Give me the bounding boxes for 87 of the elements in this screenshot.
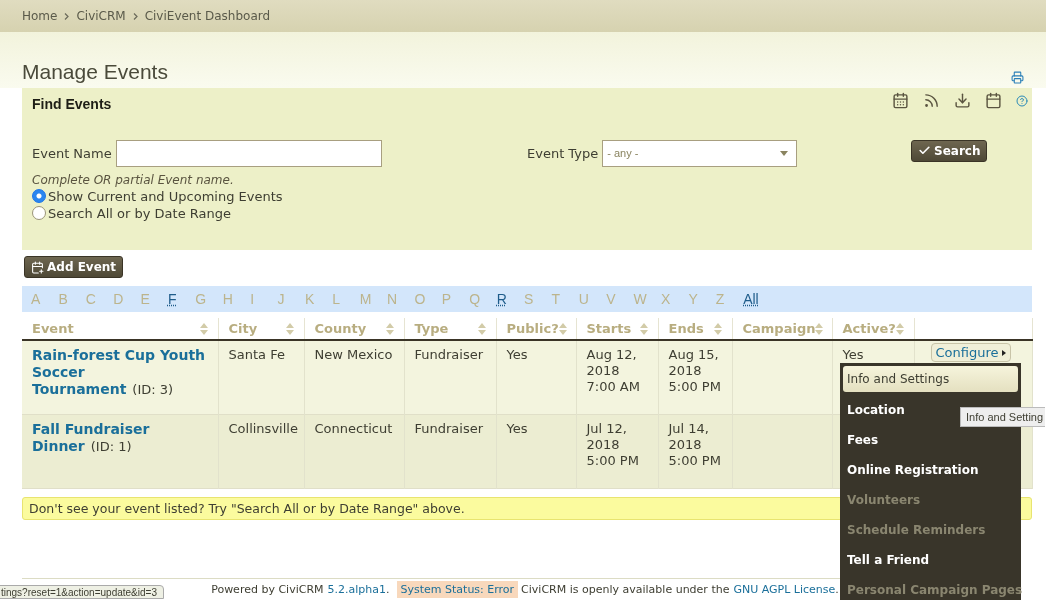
page-title: Manage Events: [22, 60, 168, 84]
breadcrumb-link[interactable]: Home: [22, 9, 58, 23]
sort-icon[interactable]: [199, 322, 208, 335]
chevron-icon: [64, 12, 70, 20]
table-cell: Connecticut: [314, 420, 393, 436]
radio-button[interactable]: [32, 206, 46, 220]
download-icon[interactable]: [954, 92, 971, 109]
letter-link[interactable]: F: [167, 291, 196, 307]
rss-icon[interactable]: [923, 92, 940, 109]
letter-label: L: [332, 291, 342, 307]
menu-item[interactable]: Tell a Friend: [843, 545, 1018, 575]
breadcrumb-link[interactable]: CiviCRM: [76, 9, 126, 23]
sort-icon[interactable]: [895, 322, 904, 335]
sort-icon[interactable]: [285, 322, 294, 335]
status-url: tings?reset=1&action=update&id=3: [0, 585, 164, 599]
letter-label: C: [85, 291, 97, 307]
tooltip: Info and Setting: [960, 407, 1046, 427]
panel-title: Find Events: [32, 96, 112, 114]
letter-label: W: [633, 291, 648, 307]
chevron-icon: [132, 12, 138, 20]
print-icon[interactable]: [1011, 71, 1024, 84]
table-cell: Fundraiser: [414, 347, 484, 362]
letter-label: V: [606, 291, 617, 307]
configure-button[interactable]: Configure: [930, 343, 1011, 362]
search-button[interactable]: Search: [911, 139, 988, 162]
table-cell: Yes: [506, 420, 528, 436]
table-cell: Jul 14, 2018 5:00 PM: [668, 420, 721, 468]
letter-label: H: [222, 291, 234, 307]
sort-icon[interactable]: [639, 322, 648, 335]
letter-label: B: [58, 291, 69, 307]
letter-label: J: [277, 291, 286, 307]
add-event-button[interactable]: Add Event: [24, 256, 124, 278]
footer-text: Powered by CiviCRM 5.2.alpha1. System Status: Error CiviCRM is openly available under the GNU AGPL License.: [211, 583, 840, 596]
system-status-link[interactable]: System Status: Error: [396, 581, 519, 598]
footer-link[interactable]: 5.2.alpha1: [327, 583, 386, 596]
calendar-grid-icon[interactable]: [892, 92, 909, 109]
help-icon[interactable]: [1016, 94, 1028, 107]
menu-item[interactable]: Info and Settings: [843, 366, 1018, 392]
calendar-plus-icon: [31, 260, 44, 274]
letter-label: G: [195, 291, 208, 307]
letter-label: Y: [688, 291, 699, 307]
table-cell: Jul 12, 2018 5:00 PM: [586, 420, 639, 468]
breadcrumb-link[interactable]: CiviEvent Dashboard: [144, 9, 271, 23]
letter-label: N: [387, 291, 399, 307]
sort-icon[interactable]: [815, 322, 824, 335]
field-hint: Complete OR partial Event name.: [32, 172, 235, 187]
table-cell: Aug 15, 2018 5:00 PM: [668, 347, 721, 394]
table-cell: Aug 12, 2018 7:00 AM: [586, 347, 640, 394]
menu-item[interactable]: Online Registration: [843, 455, 1018, 485]
sort-icon[interactable]: [477, 322, 486, 335]
letter-label: S: [524, 291, 535, 307]
sort-icon[interactable]: [385, 322, 394, 335]
letter-label: X: [661, 291, 672, 307]
letter-link[interactable]: R: [496, 291, 525, 307]
sort-icon[interactable]: [558, 322, 567, 335]
event-name-field[interactable]: [115, 139, 382, 167]
radio-label: Search All or by Date Range: [48, 205, 231, 221]
letter-label: K: [304, 291, 316, 307]
table-cell: Yes: [506, 347, 528, 362]
letter-label: P: [441, 291, 453, 307]
letter-label: M: [359, 291, 373, 307]
letter-label: O: [414, 291, 427, 307]
letter-label: I: [250, 291, 255, 307]
menu-item[interactable]: Fees: [843, 425, 1018, 455]
table-cell: Fundraiser: [414, 420, 484, 436]
table-cell: Santa Fe: [228, 347, 285, 362]
field-label: Event Name: [32, 145, 112, 161]
field-label: Event Type: [527, 145, 599, 161]
event-type-dropdown[interactable]: - any -: [602, 139, 798, 167]
check-icon: [918, 144, 931, 157]
letter-label: E: [140, 291, 151, 307]
letter-label: D: [113, 291, 125, 307]
sort-icon[interactable]: [713, 322, 722, 335]
letter-label: Z: [715, 291, 726, 307]
letter-link[interactable]: All: [743, 291, 771, 307]
event-title[interactable]: Fall Fundraiser Dinner (ID: 1): [32, 420, 208, 455]
table-cell: New Mexico: [314, 347, 393, 362]
calendar-icon[interactable]: [985, 92, 1002, 109]
event-title[interactable]: Rain-forest Cup Youth Soccer Tournament (ID: 3): [32, 347, 208, 398]
letter-label: T: [551, 291, 561, 307]
table-cell: Collinsville: [228, 420, 298, 436]
letter-label: U: [578, 291, 590, 307]
radio-button[interactable]: [32, 189, 46, 203]
letter-label: A: [31, 291, 42, 307]
radio-label: Show Current and Upcoming Events: [48, 188, 283, 204]
table-cell: Yes: [842, 347, 864, 362]
letter-label: Q: [469, 291, 482, 307]
